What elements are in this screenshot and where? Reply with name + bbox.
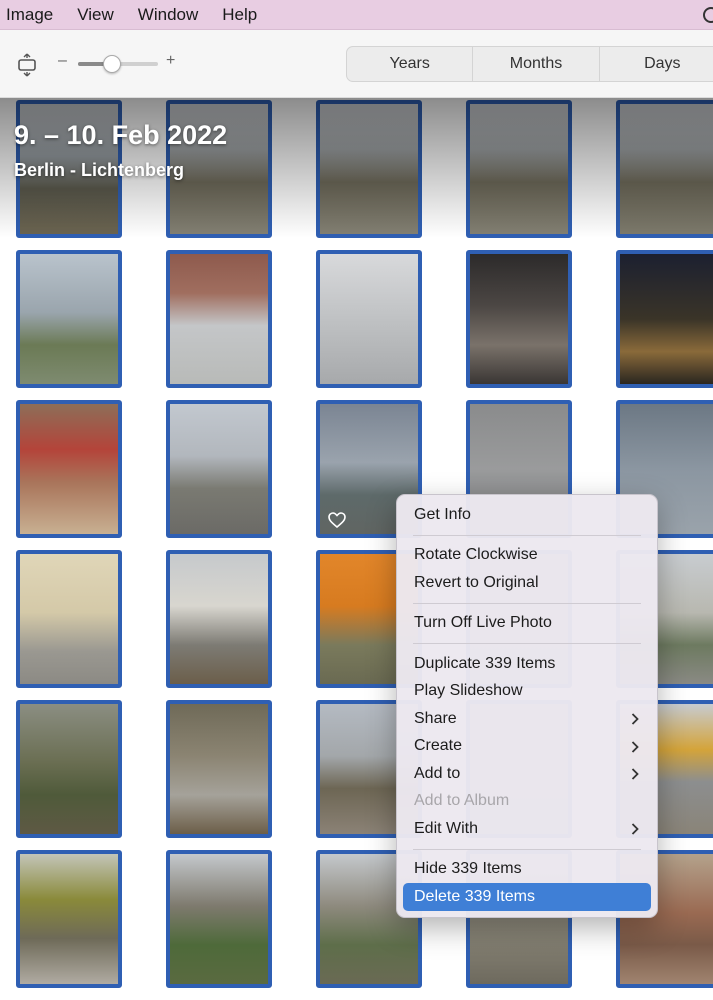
- aspect-ratio-icon: [18, 53, 36, 77]
- photo-thumbnail[interactable]: [16, 550, 122, 688]
- favorite-heart-icon[interactable]: [328, 512, 346, 528]
- chevron-right-icon: [631, 740, 639, 753]
- photo-image: [470, 254, 568, 384]
- photo-thumbnail[interactable]: [16, 400, 122, 538]
- photo-image: [20, 704, 118, 834]
- menu-item-revert-to-original[interactable]: Revert to Original: [403, 569, 651, 597]
- menu-item-get-info[interactable]: Get Info: [403, 501, 651, 529]
- photo-image: [620, 254, 713, 384]
- segment-years[interactable]: Years: [347, 47, 474, 81]
- photo-thumbnail[interactable]: [16, 850, 122, 988]
- photo-thumbnail[interactable]: [466, 250, 572, 388]
- photo-image: [470, 104, 568, 234]
- segment-days[interactable]: Days: [600, 47, 713, 81]
- photo-image: [170, 254, 268, 384]
- control-center-icon[interactable]: [703, 7, 713, 23]
- photo-thumbnail[interactable]: [166, 550, 272, 688]
- menu-window[interactable]: Window: [126, 5, 210, 25]
- photo-thumbnail[interactable]: [316, 100, 422, 238]
- menu-item-add-to-album: Add to Album: [414, 792, 510, 810]
- zoom-in-icon[interactable]: +: [166, 52, 175, 70]
- view-segmented-control: Years Months Days: [346, 46, 713, 82]
- photo-thumbnail[interactable]: [316, 250, 422, 388]
- photo-thumbnail[interactable]: [16, 700, 122, 838]
- menu-item-play-slideshow[interactable]: Play Slideshow: [403, 678, 651, 706]
- menu-item-duplicate[interactable]: Duplicate 339 Items: [403, 650, 651, 678]
- menu-item-delete[interactable]: Delete 339 Items: [403, 883, 651, 911]
- photo-image: [170, 404, 268, 534]
- chevron-right-icon: [631, 713, 639, 725]
- menu-item-rotate-clockwise[interactable]: Rotate Clockwise: [403, 542, 651, 570]
- menu-item-share[interactable]: Share: [403, 705, 651, 733]
- photo-image: [20, 854, 118, 984]
- photo-image: [320, 104, 418, 234]
- toolbar: – + Years Months Days: [0, 30, 713, 98]
- menu-item-share-label: Share: [414, 709, 457, 727]
- menu-item-create[interactable]: Create: [403, 733, 651, 761]
- photo-thumbnail[interactable]: [616, 100, 713, 238]
- photo-image: [20, 554, 118, 684]
- photo-image: [170, 704, 268, 834]
- photo-image: [170, 854, 268, 984]
- menu-item-create-label: Create: [414, 737, 463, 755]
- menu-separator: [413, 848, 641, 850]
- zoom-slider[interactable]: [78, 55, 158, 73]
- photo-image: [620, 104, 713, 234]
- photo-thumbnail[interactable]: [166, 250, 272, 388]
- menu-help[interactable]: Help: [210, 5, 269, 25]
- moment-date-title: 9. – 10. Feb 2022: [14, 120, 228, 150]
- menu-separator: [413, 534, 641, 536]
- zoom-out-icon[interactable]: –: [58, 52, 67, 70]
- zoom-slider-knob[interactable]: [102, 55, 121, 73]
- photo-thumbnail[interactable]: [466, 100, 572, 238]
- menu-view[interactable]: View: [65, 5, 126, 25]
- menu-item-add-to[interactable]: Add to: [403, 760, 651, 788]
- chevron-right-icon: [631, 768, 639, 780]
- photo-image: [320, 254, 418, 384]
- menu-item-edit-with[interactable]: Edit With: [403, 815, 651, 843]
- menu-item-add-to-label: Add to: [414, 764, 461, 782]
- photo-image: [170, 554, 268, 684]
- menu-item-edit-with-label: Edit With: [414, 819, 479, 837]
- photo-image: [20, 254, 118, 384]
- aspect-ratio-button[interactable]: [14, 52, 40, 78]
- photo-image: [20, 404, 118, 534]
- menu-separator: [413, 643, 641, 644]
- moment-location[interactable]: Berlin - Lichtenberg: [14, 160, 184, 181]
- context-menu: Get Info Rotate Clockwise Revert to Orig…: [396, 494, 658, 918]
- photo-thumbnail[interactable]: [166, 850, 272, 988]
- menu-image[interactable]: Image: [0, 5, 65, 25]
- segment-months[interactable]: Months: [473, 47, 600, 81]
- photo-thumbnail[interactable]: [616, 250, 713, 388]
- menu-separator: [413, 602, 641, 604]
- chevron-right-icon: [631, 823, 639, 835]
- photo-thumbnail[interactable]: [16, 250, 122, 388]
- menu-item-turn-off-live-photo[interactable]: Turn Off Live Photo: [403, 610, 651, 638]
- photo-thumbnail[interactable]: [166, 700, 272, 838]
- menu-item-hide[interactable]: Hide 339 Items: [403, 856, 651, 884]
- menu-bar: Image View Window Help: [0, 0, 713, 30]
- photo-thumbnail[interactable]: [166, 400, 272, 538]
